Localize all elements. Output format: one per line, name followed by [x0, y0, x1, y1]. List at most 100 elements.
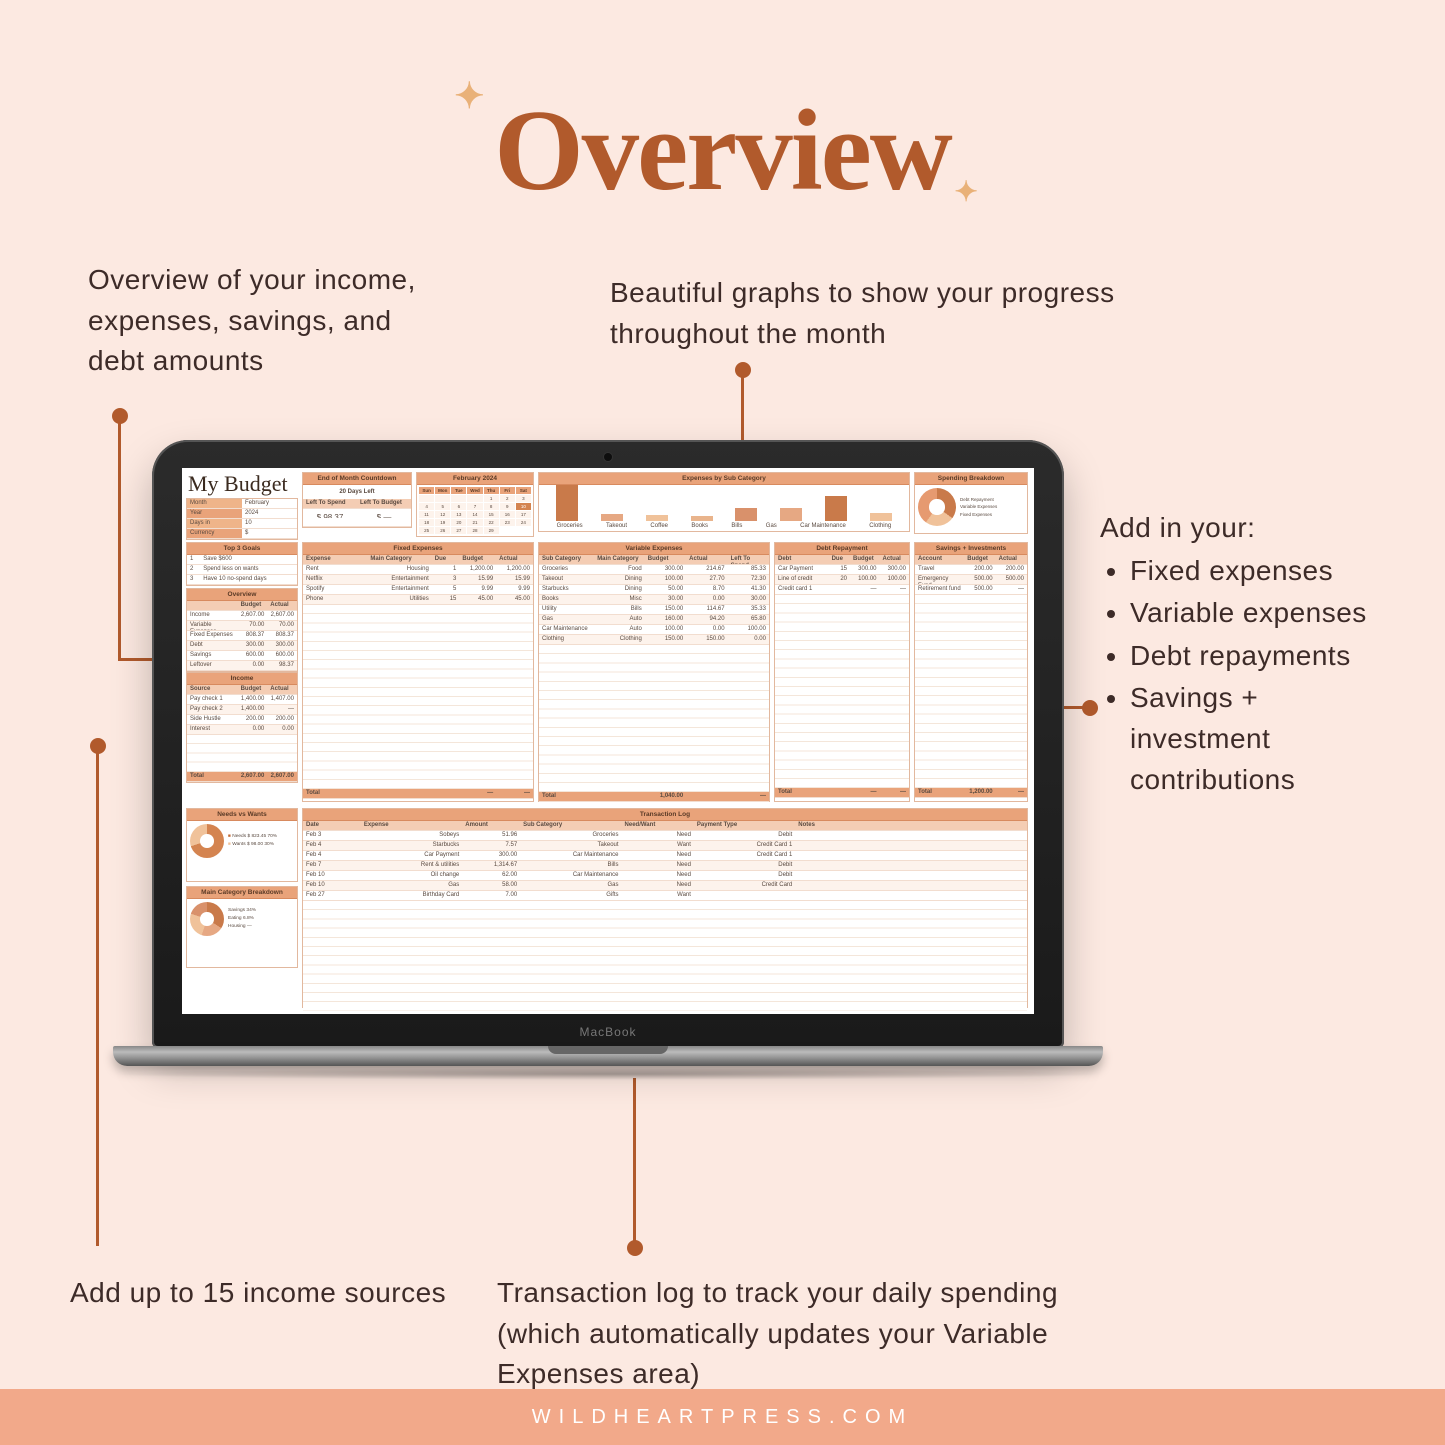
cell[interactable]: —	[880, 585, 909, 594]
cell[interactable]: Want	[622, 891, 694, 900]
cell[interactable]: Food	[594, 565, 645, 574]
goal-item[interactable]: Have 10 no-spend days	[200, 575, 297, 584]
cell[interactable]: —	[996, 585, 1027, 594]
cell[interactable]: 1,040.00	[645, 792, 686, 801]
cell[interactable]: Dining	[594, 575, 645, 584]
cell[interactable]: 150.00	[645, 605, 686, 614]
cell[interactable]: 2,607.00	[238, 772, 268, 781]
cell[interactable]: 300.00	[462, 851, 520, 860]
calendar-day[interactable]: 11	[419, 511, 434, 518]
goal-item[interactable]: Spend less on wants	[200, 565, 297, 574]
calendar-day[interactable]: 13	[451, 511, 466, 518]
cell[interactable]: Phone	[303, 595, 367, 604]
cell[interactable]	[829, 788, 850, 797]
calendar-day[interactable]: 9	[500, 503, 515, 510]
cell[interactable]: 100.00	[645, 575, 686, 584]
cell[interactable]: Savings	[187, 651, 238, 660]
cell[interactable]: Feb 10	[303, 881, 361, 890]
cell[interactable]: 200.00	[964, 565, 995, 574]
cell[interactable]: 300.00	[238, 641, 268, 650]
cell[interactable]: 0.00	[238, 661, 268, 670]
calendar-day[interactable]: 23	[500, 519, 515, 526]
cell[interactable]: Netflix	[303, 575, 367, 584]
cell[interactable]: Total	[303, 789, 367, 798]
calendar-day[interactable]: 6	[451, 503, 466, 510]
cell[interactable]: 500.00	[996, 575, 1027, 584]
calendar-day[interactable]: 7	[467, 503, 482, 510]
cell[interactable]: 1,400.00	[238, 695, 268, 704]
cell[interactable]: 85.33	[728, 565, 769, 574]
cell[interactable]: 1,200.00	[459, 565, 496, 574]
cell[interactable]: 0.00	[728, 635, 769, 644]
cell[interactable]: 808.37	[238, 631, 268, 640]
cell[interactable]: 9.99	[496, 585, 533, 594]
cell[interactable]: Takeout	[520, 841, 621, 850]
cell[interactable]: Takeout	[539, 575, 594, 584]
cell[interactable]	[795, 891, 1027, 900]
cell[interactable]: 94.20	[686, 615, 727, 624]
calendar-day[interactable]: 26	[435, 527, 450, 534]
calendar-day[interactable]: 18	[419, 519, 434, 526]
cell[interactable]: 808.37	[267, 631, 297, 640]
calendar-day[interactable]: 29	[484, 527, 499, 534]
cell[interactable]: Gifts	[520, 891, 621, 900]
calendar-day[interactable]: 10	[516, 503, 531, 510]
cell[interactable]: Feb 3	[303, 831, 361, 840]
cell[interactable]: Need	[622, 831, 694, 840]
cell[interactable]: 600.00	[238, 651, 268, 660]
cell[interactable]: 2,607.00	[267, 772, 297, 781]
cell[interactable]: Gas	[539, 615, 594, 624]
cell[interactable]: 214.67	[686, 565, 727, 574]
cell[interactable]: Bills	[594, 605, 645, 614]
cell[interactable]: 65.80	[728, 615, 769, 624]
value[interactable]: February	[242, 499, 297, 508]
cell[interactable]: 114.67	[686, 605, 727, 614]
cell[interactable]: Groceries	[539, 565, 594, 574]
cell[interactable]: Misc	[594, 595, 645, 604]
cell[interactable]: —	[996, 788, 1027, 797]
cell[interactable]: Debt	[187, 641, 238, 650]
cell[interactable]: Entertainment	[367, 585, 431, 594]
cell[interactable]: Need	[622, 871, 694, 880]
cell[interactable]: 30.00	[645, 595, 686, 604]
cell[interactable]: Feb 4	[303, 851, 361, 860]
cell[interactable]: —	[728, 792, 769, 801]
cell[interactable]: Rent & utilities	[361, 861, 462, 870]
cell[interactable]: —	[496, 789, 533, 798]
cell[interactable]	[594, 792, 645, 801]
cell[interactable]: 20	[829, 575, 850, 584]
cell[interactable]: Credit card 1	[775, 585, 829, 594]
cell[interactable]: Feb 10	[303, 871, 361, 880]
cell[interactable]: 15	[432, 595, 460, 604]
cell[interactable]: 200.00	[996, 565, 1027, 574]
cell[interactable]: Travel	[915, 565, 964, 574]
cell[interactable]: Debit	[694, 861, 795, 870]
cell[interactable]: Leftover	[187, 661, 238, 670]
calendar-day[interactable]: 3	[516, 495, 531, 502]
cell[interactable]: Variable Expenses	[187, 621, 238, 630]
calendar-day[interactable]: 8	[484, 503, 499, 510]
cell[interactable]: Debit	[694, 871, 795, 880]
cell[interactable]: Income	[187, 611, 238, 620]
calendar-day[interactable]: 24	[516, 519, 531, 526]
cell[interactable]	[795, 851, 1027, 860]
value[interactable]: 10	[242, 519, 297, 528]
cell[interactable]: Side Hustle	[187, 715, 238, 724]
calendar-day[interactable]: 12	[435, 511, 450, 518]
cell[interactable]: Total	[775, 788, 829, 797]
cell[interactable]: Entertainment	[367, 575, 431, 584]
cell[interactable]: Oil change	[361, 871, 462, 880]
cell[interactable]: 600.00	[267, 651, 297, 660]
cell[interactable]: 8.70	[686, 585, 727, 594]
calendar-day[interactable]: 4	[419, 503, 434, 510]
cell[interactable]: Car Payment	[775, 565, 829, 574]
cell[interactable]: Feb 4	[303, 841, 361, 850]
cell[interactable]: Dining	[594, 585, 645, 594]
cell[interactable]: 5	[432, 585, 460, 594]
cell[interactable]: 1,314.67	[462, 861, 520, 870]
cell[interactable]: Auto	[594, 625, 645, 634]
cell[interactable]: Birthday Card	[361, 891, 462, 900]
cell[interactable]: 1,200.00	[964, 788, 995, 797]
cell[interactable]: 3	[432, 575, 460, 584]
cell[interactable]: 100.00	[645, 625, 686, 634]
